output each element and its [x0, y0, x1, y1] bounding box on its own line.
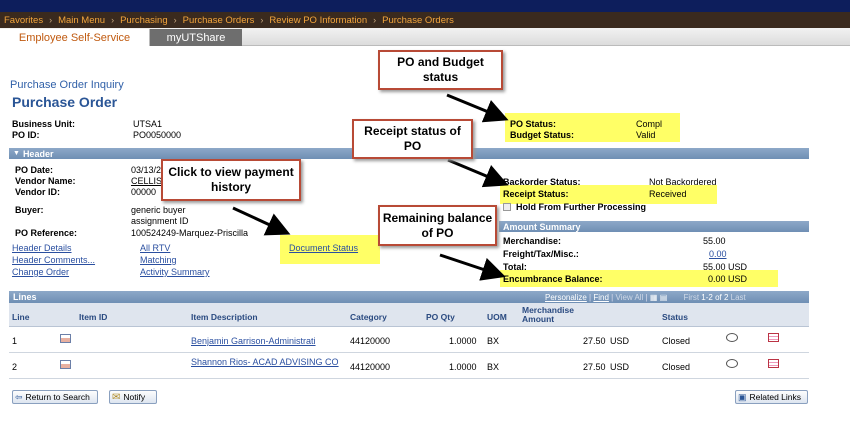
callout-payment: Click to view payment history: [161, 159, 301, 201]
callout-receipt: Receipt status of PO: [352, 119, 473, 159]
arrow-po-budget: [446, 93, 509, 123]
callout-remaining: Remaining balance of PO: [378, 205, 497, 246]
arrow-receipt: [447, 158, 509, 188]
arrow-payment: [232, 206, 291, 236]
callout-po-budget: PO and Budget status: [378, 50, 503, 90]
arrow-remaining: [439, 253, 506, 281]
